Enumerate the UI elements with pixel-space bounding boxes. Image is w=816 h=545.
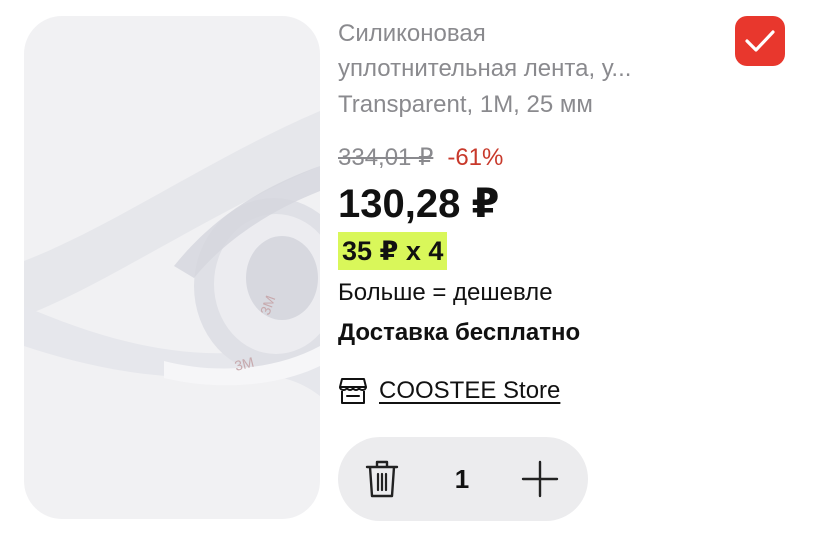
store-icon: [338, 376, 368, 406]
bulk-discount-note: Больше = дешевле: [338, 279, 553, 306]
old-price: 334,01 ₽: [338, 144, 434, 171]
product-title-line-2[interactable]: уплотнительная лента, у...: [338, 55, 631, 83]
product-title-line-1[interactable]: Силиконовая: [338, 20, 486, 48]
quantity-stepper: 1: [338, 437, 588, 521]
product-image[interactable]: 3M 3M: [24, 16, 320, 519]
free-delivery-label: Доставка бесплатно: [338, 319, 581, 346]
discount-badge: -61%: [447, 144, 504, 171]
store-name-link[interactable]: COOSTEE Store: [379, 377, 560, 405]
increase-button[interactable]: [520, 459, 560, 499]
select-checkbox[interactable]: [735, 16, 785, 66]
tape-illustration: 3M 3M: [24, 111, 320, 396]
product-variant[interactable]: Transparent, 1M, 25 мм: [338, 91, 593, 119]
store-link-row[interactable]: COOSTEE Store: [338, 373, 560, 409]
old-price-row: 334,01 ₽ -61%: [338, 143, 503, 173]
remove-button[interactable]: [364, 457, 400, 501]
bulk-promo-badge: 35 ₽ x 4: [338, 232, 448, 270]
checkmark-icon: [745, 30, 775, 52]
plus-icon: [521, 460, 559, 498]
trash-icon: [365, 460, 399, 498]
quantity-value: 1: [454, 464, 470, 494]
current-price: 130,28 ₽: [338, 182, 500, 226]
